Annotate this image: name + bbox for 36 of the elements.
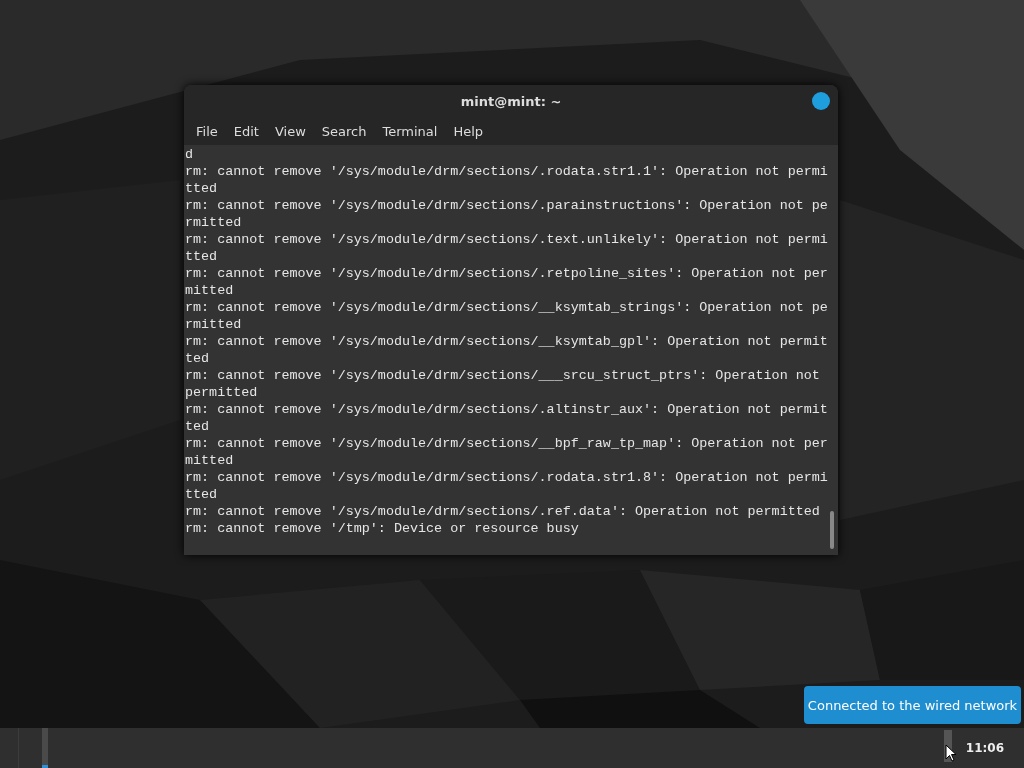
terminal-line: rm: cannot remove '/sys/module/drm/sections/__ksymtab_gpl': Operation not permit [184, 333, 829, 350]
terminal-line: rm: cannot remove '/sys/module/drm/sections/.retpoline_sites': Operation not per [184, 265, 829, 282]
terminal-line: ted [184, 350, 211, 367]
window-title: mint@mint: ~ [460, 93, 562, 109]
terminal-line: permitted [184, 384, 259, 401]
terminal-line: tted [184, 248, 219, 265]
terminal-line: rm: cannot remove '/sys/module/drm/sections/__bpf_raw_tp_map': Operation not per [184, 435, 829, 452]
close-button[interactable] [812, 92, 830, 110]
menu-item[interactable]: Search [313, 123, 375, 139]
terminal-line: rm: cannot remove '/sys/module/drm/sections/.altinstr_aux': Operation not permit [184, 401, 829, 418]
terminal-line: rmitted [184, 214, 243, 231]
terminal-line: rm: cannot remove '/sys/module/drm/sections/.rodata.str1.8': Operation not permi [184, 469, 829, 486]
taskbar-window-button[interactable] [42, 728, 48, 768]
menu-item[interactable]: Help [445, 123, 492, 139]
clock[interactable]: 11:06 [965, 741, 1024, 755]
terminal-line: rm: cannot remove '/sys/module/drm/sections/__ksymtab_strings': Operation not pe [184, 299, 829, 316]
terminal-line: rm: cannot remove '/sys/module/drm/sections/.ref.data': Operation not permitted [184, 503, 821, 520]
terminal-line: rm: cannot remove '/sys/module/drm/sections/.parainstructions': Operation not pe [184, 197, 829, 214]
terminal-line: rm: cannot remove '/sys/module/drm/sections/___srcu_struct_ptrs': Operation not [184, 367, 821, 384]
menu-item[interactable]: View [266, 123, 314, 139]
terminal-line: rm: cannot remove '/sys/module/drm/sections/.rodata.str1.1': Operation not permi [184, 163, 829, 180]
terminal-line: ted [184, 418, 211, 435]
menu-item[interactable]: Terminal [374, 123, 446, 139]
notification: Connected to the wired network [804, 686, 1021, 724]
terminal-line: tted [184, 180, 219, 197]
mouse-cursor-icon [945, 744, 957, 762]
terminal-line: d [184, 146, 195, 163]
terminal-line: tted [184, 486, 219, 503]
terminal-line: mitted [184, 452, 235, 469]
scrollbar-thumb[interactable] [830, 511, 834, 549]
menu-item[interactable]: File [188, 123, 226, 139]
terminal-line: rm: cannot remove '/sys/module/drm/sections/.text.unlikely': Operation not permi [184, 231, 829, 248]
menu-item[interactable]: Edit [225, 123, 267, 139]
terminal-line: mitted [184, 282, 235, 299]
terminal-line: rmitted [184, 316, 243, 333]
terminal-line: rm: cannot remove '/tmp': Device or resource busy [184, 520, 580, 537]
